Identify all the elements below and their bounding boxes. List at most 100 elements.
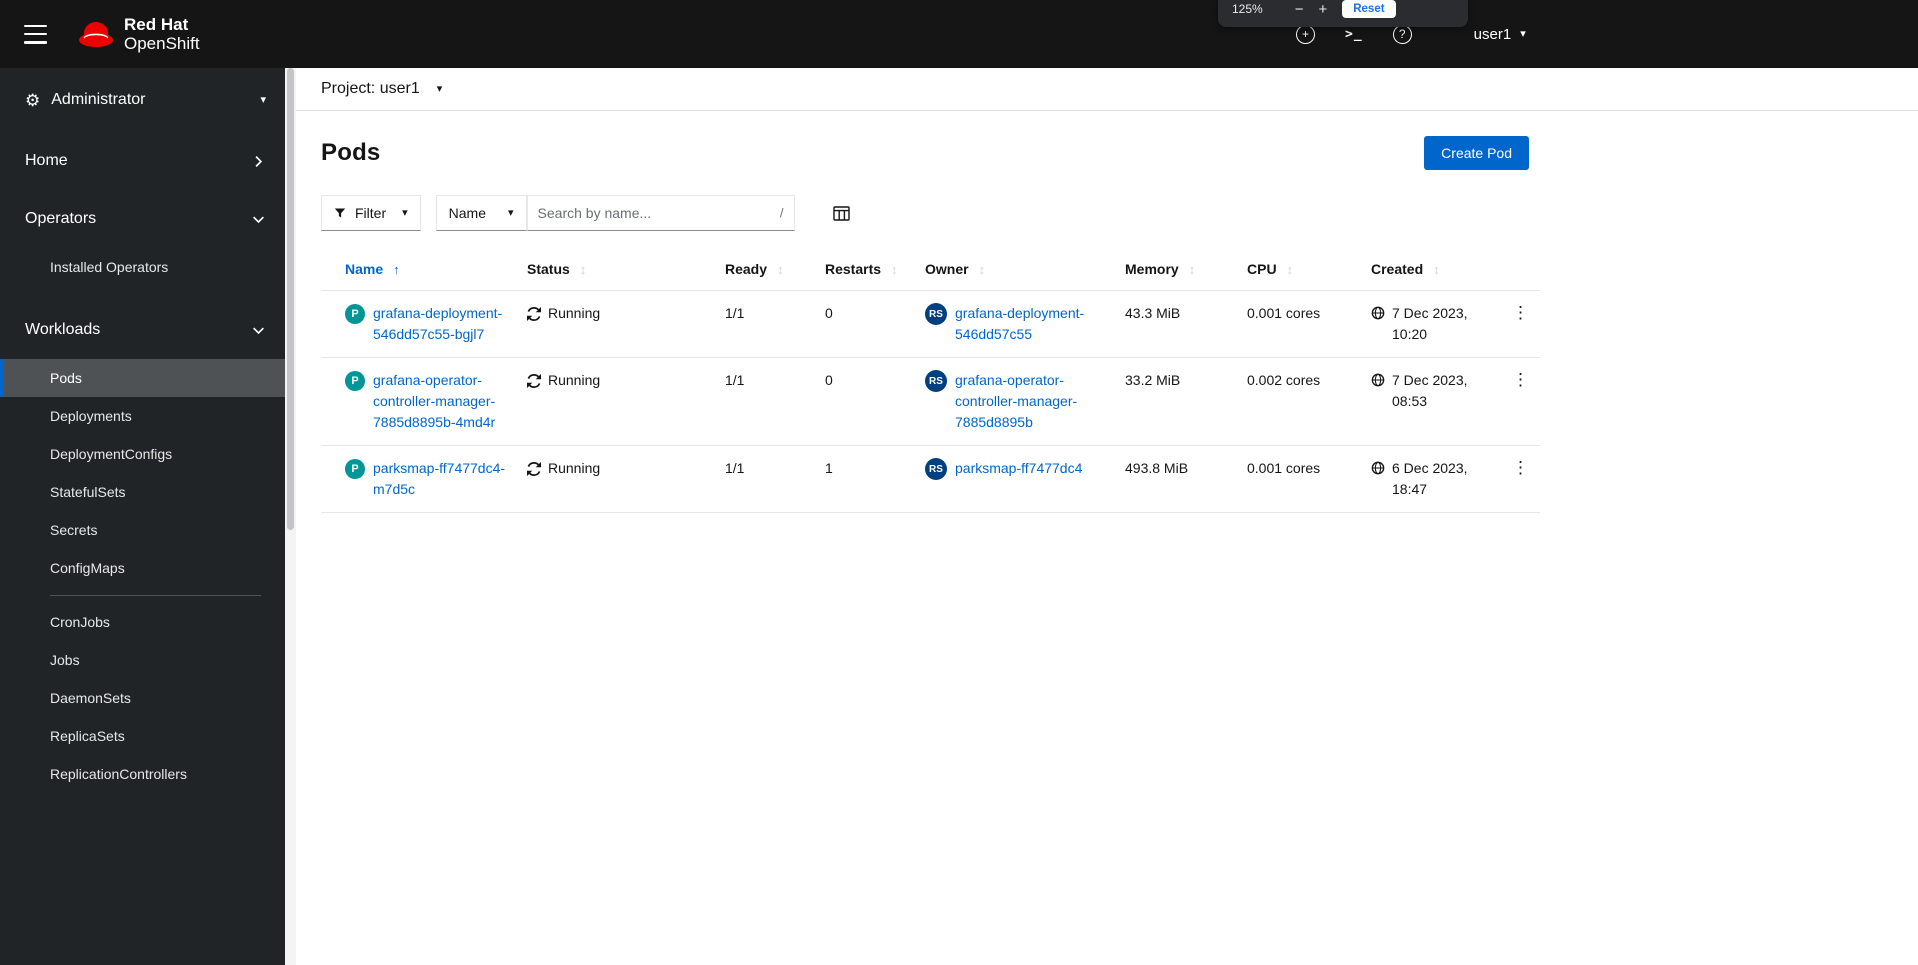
zoom-out-button[interactable]: − [1295,2,1304,17]
pod-name-link[interactable]: parksmap-ff7477dc4-m7d5c [373,458,517,500]
sidebar-item-operators[interactable]: Operators [0,190,285,248]
column-header-restarts[interactable]: Restarts ↕ [825,251,925,291]
sidebar-item-workloads[interactable]: Workloads [0,301,285,359]
cpu-value: 0.002 cores [1247,372,1321,388]
nav-label: CronJobs [50,614,110,630]
column-header-label: Owner [925,261,969,277]
quick-create-button[interactable]: + [1296,24,1315,44]
owner-link[interactable]: grafana-operator-controller-manager-7885… [955,370,1115,433]
project-selector[interactable]: Project: user1 ▾ [296,68,1918,111]
sidebar-item-home[interactable]: Home [0,132,285,190]
search-field-wrap: / [526,195,795,231]
sortable-column-icon: ↕ [777,262,784,277]
search-attribute-dropdown[interactable]: Name ▾ [435,195,527,231]
zoom-in-button[interactable]: + [1318,2,1327,17]
cpu-value: 0.001 cores [1247,460,1321,476]
column-header-name[interactable]: Name ↑ [321,251,527,291]
pod-name-link[interactable]: grafana-deployment-546dd57c55-bgjl7 [373,303,517,345]
search-input[interactable] [526,195,795,231]
pods-table-body: P grafana-deployment-546dd57c55-bgjl7 Ru… [321,290,1540,513]
pod-badge: P [345,459,365,479]
column-header-ready[interactable]: Ready ↕ [725,251,825,291]
manage-columns-button[interactable] [829,202,854,225]
hamburger-menu-icon[interactable] [24,24,48,44]
filter-funnel-icon [334,208,346,218]
replicaset-badge: RS [925,303,947,325]
sidebar: ⚙ Administrator ▾ Home Operators Install… [0,68,285,965]
sidebar-divider [50,595,261,596]
nav-label: Home [25,152,68,169]
sidebar-item-installed-operators[interactable]: Installed Operators [0,248,285,285]
globe-timestamp-icon [1371,461,1385,475]
table-row: P parksmap-ff7477dc4-m7d5c Running 1/1 1… [321,445,1540,513]
main-content: Project: user1 ▾ Pods Create Pod Filter … [296,68,1918,965]
brand-logo[interactable]: Red Hat OpenShift [78,15,200,53]
sidebar-item-statefulsets[interactable]: StatefulSets [0,473,285,511]
perspective-switcher[interactable]: ⚙ Administrator ▾ [0,68,285,132]
column-header-actions [1501,251,1540,291]
ready-count: 1/1 [725,305,745,321]
sort-ascending-icon: ↑ [393,262,400,277]
user-name: user1 [1473,25,1512,43]
sidebar-item-configmaps[interactable]: ConfigMaps [0,549,285,587]
table-row: P grafana-deployment-546dd57c55-bgjl7 Ru… [321,290,1540,358]
sidebar-item-deploymentconfigs[interactable]: DeploymentConfigs [0,435,285,473]
user-menu[interactable]: user1 ▾ [1474,26,1526,43]
page-content: Pods Create Pod Filter ▾ Name ▾ / [296,111,1540,513]
masthead: Red Hat OpenShift + >_ ? user1 ▾ [0,0,1918,68]
sync-running-icon [527,461,541,476]
terminal-icon: >_ [1345,26,1363,42]
sortable-column-icon: ↕ [891,262,898,277]
sidebar-item-daemonsets[interactable]: DaemonSets [0,679,285,717]
help-button[interactable]: ? [1392,24,1412,44]
column-header-label: Ready [725,261,768,277]
sidebar-item-secrets[interactable]: Secrets [0,511,285,549]
column-header-owner[interactable]: Owner ↕ [925,251,1125,291]
column-header-cpu[interactable]: CPU ↕ [1247,251,1371,291]
column-header-memory[interactable]: Memory ↕ [1125,251,1247,291]
brand-text: Red Hat OpenShift [124,15,200,53]
kebab-menu-button[interactable]: ⋮ [1504,456,1537,479]
scrollbar-thumb[interactable] [287,68,294,530]
kebab-menu-button[interactable]: ⋮ [1504,368,1537,391]
column-header-status[interactable]: Status ↕ [527,251,725,291]
caret-down-icon: ▾ [402,206,408,219]
gear-icon: ⚙ [25,90,41,110]
kebab-menu-button[interactable]: ⋮ [1504,301,1537,324]
sidebar-item-deployments[interactable]: Deployments [0,397,285,435]
sidebar-item-pods[interactable]: Pods [0,359,285,397]
page-header: Pods Create Pod [296,111,1540,170]
column-header-created[interactable]: Created ↕ [1371,251,1501,291]
column-header-label: Created [1371,261,1424,277]
sidebar-item-replicationcontrollers[interactable]: ReplicationControllers [0,755,285,793]
pod-name-link[interactable]: grafana-operator-controller-manager-7885… [373,370,517,433]
sidebar-item-jobs[interactable]: Jobs [0,641,285,679]
nav-label: Operators [25,210,97,227]
operators-subnav: Installed Operators [0,248,285,285]
nav-label: Deployments [50,408,132,424]
sidebar-item-cronjobs[interactable]: CronJobs [0,603,285,641]
column-header-label: Memory [1125,261,1179,277]
owner-link[interactable]: grafana-deployment-546dd57c55 [955,303,1115,345]
owner-link[interactable]: parksmap-ff7477dc4 [955,458,1115,479]
help-icon: ? [1392,24,1412,44]
create-pod-button[interactable]: Create Pod [1424,136,1529,170]
sidebar-item-replicasets[interactable]: ReplicaSets [0,717,285,755]
filter-dropdown[interactable]: Filter ▾ [321,195,421,231]
web-terminal-button[interactable]: >_ [1345,27,1363,42]
zoom-reset-button[interactable]: Reset [1342,0,1396,18]
brand-line1: Red Hat [124,15,189,34]
pod-badge: P [345,304,365,324]
nav-label: Workloads [25,321,101,338]
chevron-down-icon [253,215,264,223]
zoom-level: 125% [1232,2,1263,16]
workloads-subnav: Pods Deployments DeploymentConfigs State… [0,359,285,793]
sync-running-icon [527,306,541,321]
sidebar-nav: Home Operators Installed Operators Workl… [0,132,285,793]
memory-value: 33.2 MiB [1125,372,1181,388]
column-header-label: Restarts [825,261,882,277]
perspective-label: Administrator [51,91,146,108]
list-toolbar: Filter ▾ Name ▾ / [296,195,1540,231]
sortable-column-icon: ↕ [1286,262,1294,277]
restarts-count: 0 [825,372,833,388]
